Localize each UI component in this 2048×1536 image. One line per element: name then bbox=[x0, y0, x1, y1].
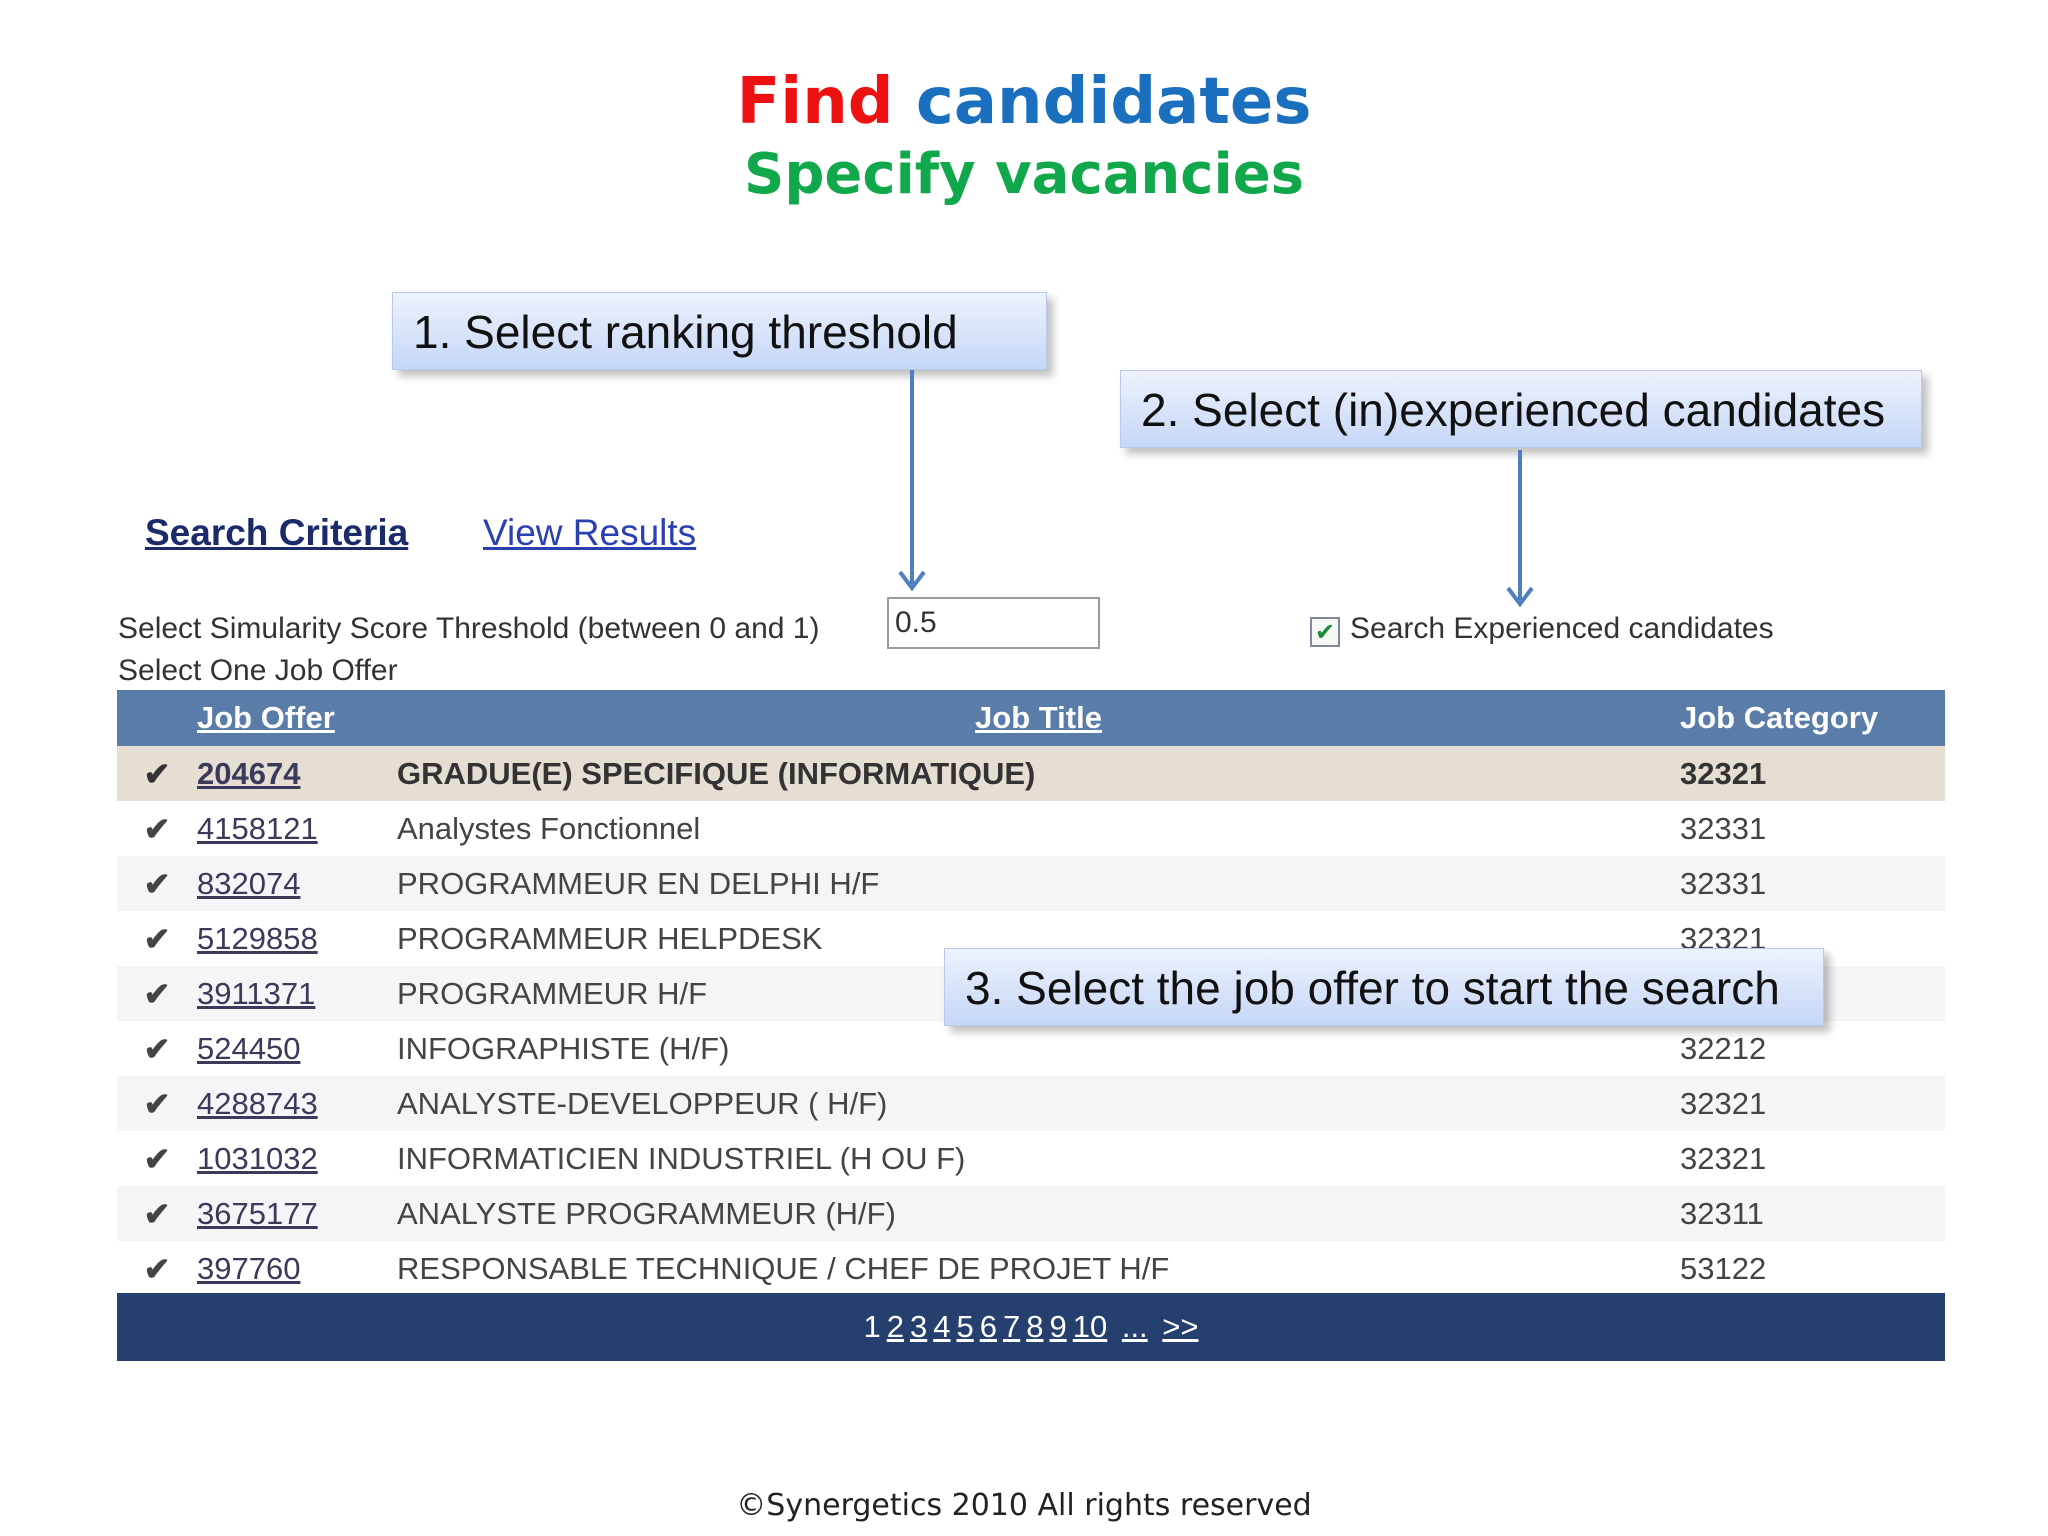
select-check-icon[interactable]: ✔ bbox=[117, 1076, 197, 1131]
select-check-icon[interactable]: ✔ bbox=[117, 1186, 197, 1241]
job-offer-link[interactable]: 3675177 bbox=[197, 1196, 318, 1231]
job-category-cell: 32331 bbox=[1680, 856, 1945, 911]
job-title-cell: PROGRAMMEUR EN DELPHI H/F bbox=[397, 856, 1680, 911]
experienced-label: Search Experienced candidates bbox=[1350, 612, 1774, 645]
job-category-cell: 32311 bbox=[1680, 1186, 1945, 1241]
select-check-icon[interactable]: ✔ bbox=[117, 801, 197, 856]
page-link[interactable]: 5 bbox=[956, 1309, 973, 1344]
callout-step2: 2. Select (in)experienced candidates bbox=[1120, 370, 1922, 448]
page-link[interactable]: 9 bbox=[1049, 1309, 1066, 1344]
header-job-category: Job Category bbox=[1680, 690, 1945, 746]
page-link[interactable]: 2 bbox=[887, 1309, 904, 1344]
page-link[interactable]: 3 bbox=[910, 1309, 927, 1344]
job-offer-link[interactable]: 4288743 bbox=[197, 1086, 318, 1121]
page-more[interactable]: ... bbox=[1122, 1309, 1148, 1344]
select-check-icon[interactable]: ✔ bbox=[117, 1021, 197, 1076]
header-check bbox=[117, 690, 197, 746]
arrow-step1-head bbox=[898, 570, 926, 592]
job-title-cell: RESPONSABLE TECHNIQUE / CHEF DE PROJET H… bbox=[397, 1250, 1170, 1286]
select-check-icon[interactable]: ✔ bbox=[117, 856, 197, 911]
job-offer-cell: 397760 bbox=[197, 1241, 397, 1296]
job-offer-cell: 832074 bbox=[197, 856, 397, 911]
job-title-cell: ANALYSTE PROGRAMMEUR (H/F) bbox=[397, 1186, 1680, 1241]
job-category-cell: 32331 bbox=[1680, 810, 1767, 846]
experienced-checkbox[interactable]: ✔ bbox=[1310, 617, 1340, 647]
job-category-cell: 32321 bbox=[1680, 746, 1945, 801]
job-offer-link[interactable]: 204674 bbox=[197, 756, 300, 791]
table-row[interactable]: ✔ 832074 PROGRAMMEUR EN DELPHI H/F 32331 bbox=[117, 856, 1945, 911]
job-offer-link[interactable]: 524450 bbox=[197, 1031, 300, 1066]
select-check-icon[interactable]: ✔ bbox=[117, 966, 197, 1021]
title-find: Find bbox=[736, 65, 894, 139]
job-title-cell: INFORMATICIEN INDUSTRIEL (H OU F) bbox=[397, 1140, 966, 1176]
table-row[interactable]: ✔ 397760 RESPONSABLE TECHNIQUE / CHEF DE P… bbox=[117, 1241, 1945, 1296]
job-category-cell: 32321 bbox=[1680, 1076, 1945, 1131]
table-row[interactable]: ✔ 524450 INFOGRAPHISTE (H/F) 32212 bbox=[117, 1021, 1945, 1076]
threshold-label: Select Simularity Score Threshold (betwe… bbox=[118, 612, 820, 645]
job-offer-cell: 4158121 bbox=[197, 801, 397, 856]
table-row[interactable]: ✔ 4158121 Analystes Fonctionnel 32331 bbox=[117, 801, 1945, 856]
job-category-cell: 53122 bbox=[1680, 1250, 1767, 1286]
job-title-cell: GRADUE(E) SPECIFIQUE (INFORMATIQUE) bbox=[397, 746, 1680, 801]
job-offer-link[interactable]: 4158121 bbox=[197, 811, 318, 846]
tab-view-results[interactable]: View Results bbox=[483, 512, 696, 554]
page-link[interactable]: 8 bbox=[1026, 1309, 1043, 1344]
callout-step3: 3. Select the job offer to start the sea… bbox=[944, 948, 1824, 1026]
job-offer-cell: 5129858 bbox=[197, 911, 397, 966]
slide-title: Find candidates bbox=[0, 62, 2048, 142]
tab-search-criteria[interactable]: Search Criteria bbox=[145, 512, 408, 554]
table-row[interactable]: ✔ 3675177 ANALYSTE PROGRAMMEUR (H/F) 32311 bbox=[117, 1186, 1945, 1241]
job-offer-cell: 1031032 bbox=[197, 1131, 397, 1186]
callout-step1: 1. Select ranking threshold bbox=[392, 292, 1047, 370]
table-row[interactable]: ✔ 204674 GRADUE(E) SPECIFIQUE (INFORMATIQU… bbox=[117, 746, 1945, 801]
job-offer-cell: 524450 bbox=[197, 1021, 397, 1076]
job-offer-link[interactable]: 5129858 bbox=[197, 921, 318, 956]
select-check-icon[interactable]: ✔ bbox=[117, 746, 197, 801]
job-offer-cell: 4288743 bbox=[197, 1076, 397, 1131]
slide-subtitle: Specify vacancies bbox=[744, 142, 1304, 207]
title-candidates: candidates bbox=[915, 65, 1312, 139]
job-category-cell: 32321 bbox=[1680, 1140, 1767, 1176]
job-offer-link[interactable]: 397760 bbox=[197, 1251, 300, 1286]
page-link[interactable]: 7 bbox=[1003, 1309, 1020, 1344]
job-offer-link[interactable]: 832074 bbox=[197, 866, 300, 901]
page-link[interactable]: 4 bbox=[933, 1309, 950, 1344]
select-check-icon[interactable]: ✔ bbox=[117, 911, 197, 966]
select-check-icon[interactable]: ✔ bbox=[117, 1241, 197, 1296]
job-offer-cell: 3911371 bbox=[197, 966, 397, 1021]
page-next[interactable]: >> bbox=[1162, 1309, 1198, 1344]
header-job-title[interactable]: Job Title bbox=[397, 690, 1680, 746]
job-offer-link[interactable]: 3911371 bbox=[197, 976, 315, 1011]
page-current: 1 bbox=[863, 1309, 881, 1344]
header-job-offer[interactable]: Job Offer bbox=[197, 690, 397, 746]
copyright-footer: ©Synergetics 2010 All rights reserved bbox=[736, 1488, 1312, 1523]
job-offer-link[interactable]: 1031032 bbox=[197, 1141, 318, 1176]
job-offer-cell: 204674 bbox=[197, 746, 397, 801]
job-title-cell: ANALYSTE-DEVELOPPEUR ( H/F) bbox=[397, 1076, 1680, 1131]
table-row[interactable]: ✔ 4288743 ANALYSTE-DEVELOPPEUR ( H/F) 32321 bbox=[117, 1076, 1945, 1131]
arrow-step2-head bbox=[1506, 586, 1534, 608]
job-offer-label: Select One Job Offer bbox=[118, 654, 398, 687]
page-link[interactable]: 10 bbox=[1073, 1309, 1107, 1344]
job-category-cell: 32212 bbox=[1680, 1030, 1767, 1066]
job-title-cell: INFOGRAPHISTE (H/F) bbox=[397, 1030, 730, 1066]
job-offer-cell: 3675177 bbox=[197, 1186, 397, 1241]
page-link[interactable]: 6 bbox=[980, 1309, 997, 1344]
pagination: 1 2 3 4 5 6 7 8 9 10 ... >> bbox=[117, 1293, 1945, 1361]
select-check-icon[interactable]: ✔ bbox=[117, 1131, 197, 1186]
job-title-cell: Analystes Fonctionnel bbox=[397, 810, 701, 846]
table-header-row: Job Offer Job Title Job Category bbox=[117, 690, 1945, 746]
threshold-input[interactable] bbox=[887, 597, 1100, 649]
table-row[interactable]: ✔ 1031032 INFORMATICIEN INDUSTRIEL (H OU F… bbox=[117, 1131, 1945, 1186]
checkmark-icon: ✔ bbox=[1314, 618, 1336, 646]
